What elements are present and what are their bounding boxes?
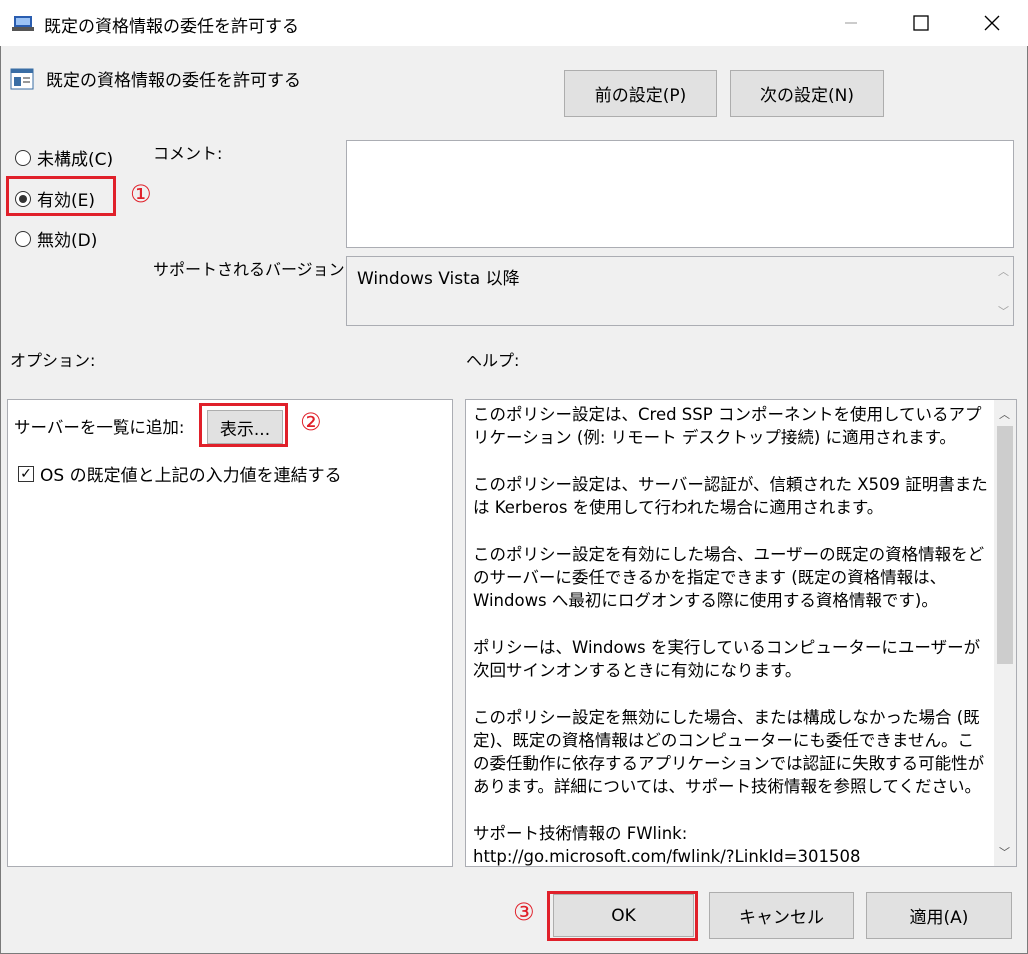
annotation-marker-2: ② bbox=[300, 408, 322, 436]
options-label: オプション: bbox=[10, 351, 96, 370]
maximize-button[interactable] bbox=[887, 0, 955, 46]
comment-label: コメント: bbox=[153, 144, 223, 163]
radio-enabled-circle[interactable] bbox=[15, 190, 31, 207]
radio-enabled[interactable]: 有効(E) bbox=[15, 186, 95, 211]
highlight-box-2 bbox=[199, 403, 288, 447]
close-button[interactable] bbox=[958, 0, 1026, 46]
annotation-marker-3: ③ bbox=[513, 898, 535, 926]
radio-disabled[interactable]: 無効(D) bbox=[15, 226, 97, 251]
scroll-up-icon[interactable]: ︿ bbox=[998, 263, 1009, 279]
radio-not-configured[interactable]: 未構成(C) bbox=[15, 145, 113, 170]
scroll-down-icon[interactable]: ﹀ bbox=[998, 303, 1009, 319]
help-scrollbar[interactable]: ︿ ﹀ bbox=[994, 400, 1016, 866]
comment-textarea[interactable] bbox=[346, 140, 1014, 248]
help-paragraph: このポリシー設定は、サーバー認証が、信頼された X509 証明書または Kerb… bbox=[473, 475, 988, 517]
help-paragraph: このポリシー設定は、Cred SSP コンポーネントを使用しているアプリケーショ… bbox=[473, 405, 982, 447]
window-title: 既定の資格情報の委任を許可する bbox=[44, 17, 299, 37]
help-paragraph: ポリシーは、Windows を実行しているコンピューターにユーザーが次回サインオ… bbox=[473, 638, 981, 680]
radio-disabled-label: 無効(D) bbox=[37, 231, 98, 251]
title-bar[interactable]: 既定の資格情報の委任を許可する bbox=[0, 0, 1028, 46]
help-label: ヘルプ: bbox=[466, 351, 520, 370]
app-icon bbox=[12, 13, 34, 33]
help-panel: このポリシー設定は、Cred SSP コンポーネントを使用しているアプリケーショ… bbox=[465, 399, 1017, 867]
help-paragraph: このポリシー設定を有効にした場合、ユーザーの既定の資格情報をどのサーバーに委任で… bbox=[473, 545, 985, 610]
radio-enabled-label: 有効(E) bbox=[37, 191, 96, 211]
supported-on-field: Windows Vista 以降 ︿ ﹀ bbox=[346, 256, 1014, 326]
help-text: このポリシー設定は、Cred SSP コンポーネントを使用しているアプリケーショ… bbox=[473, 403, 989, 892]
options-panel: サーバーを一覧に追加: 表示... ✓ OS の既定値と上記の入力値を連結する bbox=[7, 399, 453, 867]
next-setting-button[interactable]: 次の設定(N) bbox=[730, 70, 884, 117]
annotation-marker-1: ① bbox=[130, 180, 152, 208]
supported-scrollbar[interactable]: ︿ ﹀ bbox=[995, 257, 1013, 325]
close-icon bbox=[984, 15, 1000, 31]
supported-on-label: サポートされるバージョン: bbox=[153, 260, 351, 279]
server-list-label: サーバーを一覧に追加: bbox=[14, 418, 185, 437]
policy-title: 既定の資格情報の委任を許可する bbox=[46, 71, 301, 91]
minimize-button[interactable] bbox=[817, 0, 885, 46]
help-paragraph: サポート技術情報の FWlink: http://go.microsoft.co… bbox=[473, 824, 861, 866]
help-scrollbar-thumb[interactable] bbox=[997, 426, 1013, 664]
maximize-icon bbox=[913, 15, 929, 31]
radio-disabled-circle[interactable] bbox=[15, 230, 31, 247]
policy-icon bbox=[10, 67, 34, 91]
concat-checkbox-row[interactable]: ✓ OS の既定値と上記の入力値を連結する bbox=[18, 461, 342, 486]
concat-checkbox-label: OS の既定値と上記の入力値を連結する bbox=[40, 466, 342, 486]
radio-not-configured-circle[interactable] bbox=[15, 149, 31, 166]
ok-button[interactable]: OK bbox=[553, 894, 694, 937]
minimize-icon bbox=[845, 22, 857, 24]
help-paragraph: このポリシー設定を無効にした場合、または構成しなかった場合 (既定)、既定の資格… bbox=[473, 708, 985, 796]
apply-button[interactable]: 適用(A) bbox=[866, 892, 1012, 939]
cancel-button[interactable]: キャンセル bbox=[709, 892, 854, 939]
previous-setting-button[interactable]: 前の設定(P) bbox=[564, 70, 717, 117]
supported-on-value: Windows Vista 以降 bbox=[357, 269, 520, 289]
scroll-down-icon[interactable]: ﹀ bbox=[999, 844, 1010, 860]
concat-checkbox[interactable]: ✓ bbox=[18, 465, 34, 482]
radio-not-configured-label: 未構成(C) bbox=[37, 150, 114, 170]
scroll-up-icon[interactable]: ︿ bbox=[999, 406, 1010, 422]
